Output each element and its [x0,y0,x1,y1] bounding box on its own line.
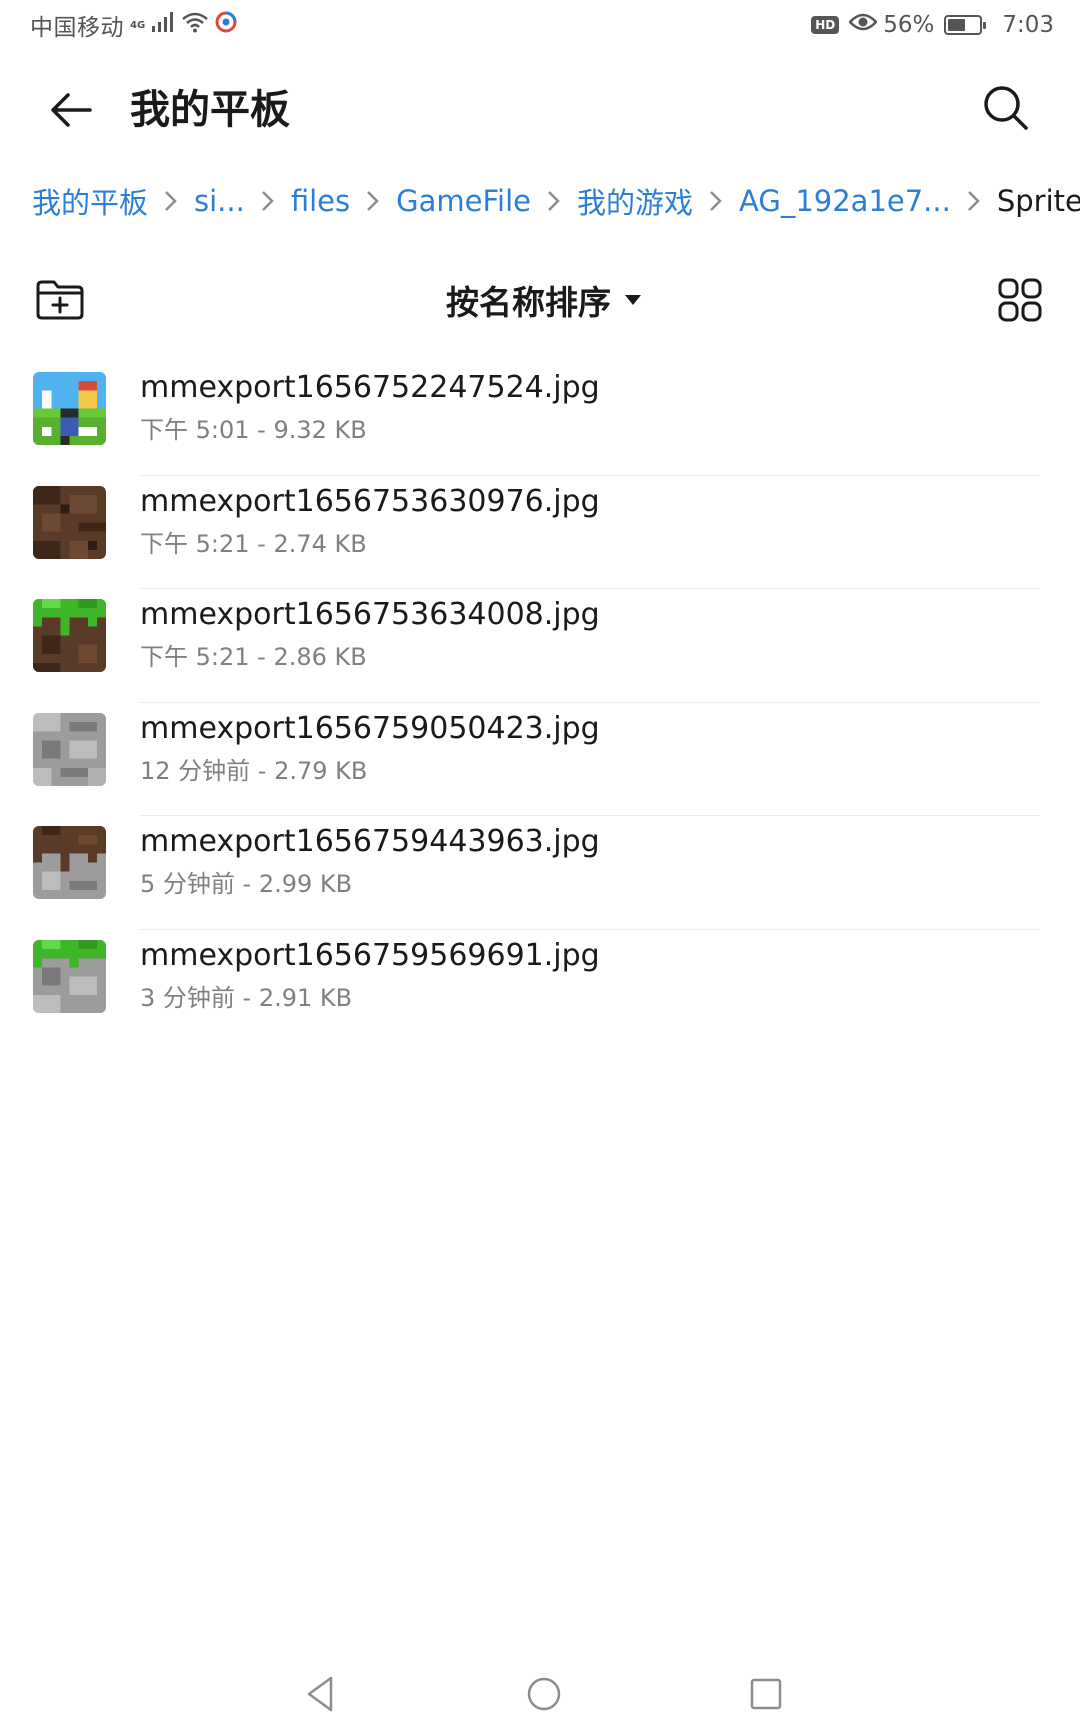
hd-badge: HD [811,16,840,34]
nav-home-button[interactable] [522,1672,566,1716]
breadcrumb-item-ag-folder[interactable]: AG_192a1e7... [739,184,951,218]
sort-label: 按名称排序 [446,283,611,322]
file-name: mmexport1656759443963.jpg [140,824,600,860]
file-list: mmexport1656752247524.jpg 下午 5:01 - 9.32… [0,362,1080,1044]
file-meta: 下午 5:01 - 9.32 KB [140,416,367,444]
file-name: mmexport1656759569691.jpg [140,937,600,973]
new-folder-icon [36,280,84,320]
chevron-right-icon [957,184,991,218]
battery-fill [948,19,966,31]
image-thumbnail [33,712,106,786]
new-folder-button[interactable] [32,272,88,328]
wifi-icon [181,11,209,39]
chevron-right-icon [251,184,285,218]
sort-dropdown[interactable]: 按名称排序 [446,276,643,324]
breadcrumb-item-my-games[interactable]: 我的游戏 [577,180,693,222]
system-nav-bar [0,1668,1080,1728]
file-item[interactable]: mmexport1656759050423.jpg 12 分钟前 - 2.79 … [0,703,1080,817]
clock: 7:03 [1002,12,1054,38]
circle-home-icon [527,1677,561,1711]
file-meta: 3 分钟前 - 2.91 KB [140,983,353,1012]
square-recents-icon [750,1678,782,1710]
nav-recents-button[interactable] [744,1672,788,1716]
file-meta: 下午 5:21 - 2.74 KB [140,529,367,558]
eye-comfort-icon [848,12,878,38]
page-title: 我的平板 [130,87,290,133]
arrow-left-icon [51,93,92,127]
file-meta: 下午 5:21 - 2.86 KB [140,643,367,672]
image-thumbnail [33,485,106,559]
file-item[interactable]: mmexport1656752247524.jpg 下午 5:01 - 9.32… [0,362,1080,476]
search-icon [984,86,1028,130]
file-meta: 12 分钟前 - 2.79 KB [140,756,368,785]
file-item[interactable]: mmexport1656759569691.jpg 3 分钟前 - 2.91 K… [0,930,1080,1044]
breadcrumb-item-root[interactable]: 我的平板 [32,180,148,222]
grid-view-icon [998,278,1042,322]
signal-icon [151,11,175,39]
image-thumbnail [33,599,106,673]
battery-percent: 56% [883,12,935,38]
status-left: 中国移动 4G [30,8,237,42]
status-right: HD 56% 7:03 [811,12,1054,38]
toolbar: 按名称排序 [0,268,1080,332]
chevron-right-icon [356,184,390,218]
file-item[interactable]: mmexport1656753630976.jpg 下午 5:21 - 2.74… [0,476,1080,590]
image-thumbnail [33,826,106,900]
breadcrumb: 我的平板 si... files GameFile 我的游戏 AG_192a1e… [32,176,1080,226]
chevron-right-icon [537,184,571,218]
file-name: mmexport1656752247524.jpg [140,370,600,405]
chevron-right-icon [154,184,188,218]
file-name: mmexport1656753634008.jpg [140,597,600,633]
status-bar: 中国移动 4G HD 56% 7:03 [0,0,1080,50]
image-thumbnail [33,372,106,445]
dropdown-triangle-icon [625,295,641,305]
chevron-right-icon [699,184,733,218]
file-item[interactable]: mmexport1656753634008.jpg 下午 5:21 - 2.86… [0,589,1080,703]
file-item[interactable]: mmexport1656759443963.jpg 5 分钟前 - 2.99 K… [0,816,1080,930]
image-thumbnail [33,939,106,1013]
breadcrumb-item-current: Sprite [996,184,1080,218]
breadcrumb-item-files[interactable]: files [291,184,350,218]
app-notification-icon [215,11,237,39]
network-type-label: 4G [130,20,146,31]
file-name: mmexport1656759050423.jpg [140,710,600,746]
file-meta: 5 分钟前 - 2.99 KB [140,870,353,899]
triangle-back-icon [307,1676,333,1712]
nav-back-button[interactable] [299,1672,343,1716]
carrier-label: 中国移动 [30,15,124,41]
grid-view-button[interactable] [992,272,1048,328]
back-button[interactable] [42,80,102,140]
breadcrumb-item-si[interactable]: si... [194,184,245,218]
app-bar: 我的平板 [0,62,1080,152]
breadcrumb-item-gamefile[interactable]: GameFile [396,184,531,218]
battery-icon [944,15,987,35]
search-button[interactable] [976,78,1036,138]
file-name: mmexport1656753630976.jpg [140,483,600,519]
